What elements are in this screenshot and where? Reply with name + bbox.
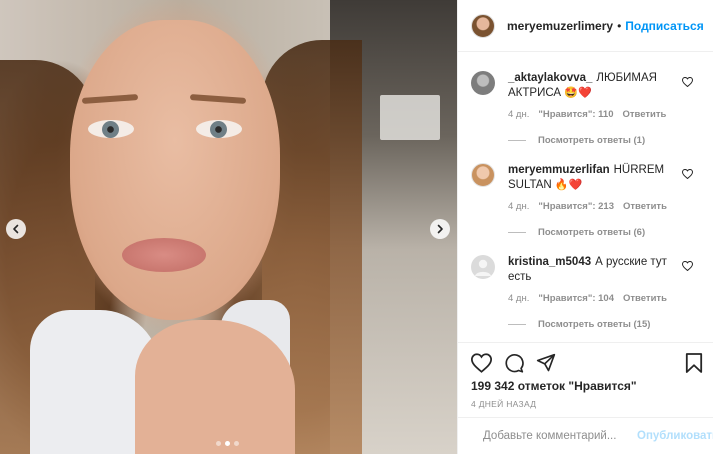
comment-username[interactable]: _aktaylakovva_ (508, 72, 592, 84)
likes-count[interactable]: 199 342 отметок "Нравится" (471, 379, 637, 393)
follow-button[interactable]: Подписаться (625, 19, 703, 33)
photo-eye-right (196, 120, 242, 138)
comment-like-heart-icon[interactable] (682, 261, 693, 271)
comment-emoji: 🤩❤️ (564, 87, 592, 99)
view-replies-label: Посмотреть ответы (6) (538, 227, 646, 238)
chevron-right-icon (437, 224, 443, 234)
view-replies-button[interactable]: Посмотреть ответы (15) (508, 319, 650, 330)
comment-meta: 4 дн. "Нравится": 104 Ответить (508, 293, 667, 304)
comment-likes[interactable]: "Нравится": 213 (538, 201, 614, 212)
comment-meta: 4 дн. "Нравится": 213 Ответить (508, 201, 667, 212)
post-header: meryemuzerlimery • Подписаться (458, 0, 713, 52)
photo-lips (122, 238, 206, 272)
carousel-next-button[interactable] (430, 219, 450, 239)
action-icons (471, 353, 556, 373)
reply-button[interactable]: Ответить (623, 293, 667, 304)
comment-like-heart-icon[interactable] (682, 77, 693, 87)
header-separator: • (617, 18, 622, 33)
add-comment-bar: Опубликовать (458, 417, 713, 454)
comment-like-heart-icon[interactable] (682, 169, 693, 179)
author-username[interactable]: meryemuzerlimery (507, 19, 613, 33)
comment-input[interactable] (483, 430, 637, 442)
comment-username[interactable]: meryemmuzerlifan (508, 164, 610, 176)
comment-body: meryemmuzerlifan HÜRREM SULTAN 🔥❤️ (508, 163, 678, 193)
chevron-left-icon (13, 224, 19, 234)
bookmark-icon[interactable] (685, 353, 703, 373)
comment-icon[interactable] (504, 353, 524, 373)
view-replies-button[interactable]: Посмотреть ответы (1) (508, 135, 645, 146)
carousel-dot (234, 441, 239, 446)
publish-button[interactable]: Опубликовать (637, 430, 713, 442)
view-replies-label: Посмотреть ответы (1) (538, 135, 646, 146)
comment-time: 4 дн. (508, 109, 530, 120)
reply-button[interactable]: Ответить (622, 109, 666, 120)
comment-username[interactable]: kristina_m5043 (508, 256, 591, 268)
carousel-prev-button[interactable] (6, 219, 26, 239)
comment-time: 4 дн. (508, 293, 530, 304)
comment-time: 4 дн. (508, 201, 530, 212)
carousel-dot (216, 441, 221, 446)
author-avatar[interactable] (471, 13, 495, 38)
carousel-dot (225, 441, 230, 446)
comment-likes[interactable]: "Нравится": 110 (538, 109, 613, 120)
photo-face (70, 20, 280, 320)
post-view: meryemuzerlimery • Подписаться _aktaylak… (0, 0, 713, 454)
post-actions: 199 342 отметок "Нравится" 4 ДНЕЙ НАЗАД (458, 342, 713, 417)
photo-window (380, 95, 440, 140)
photo-eye-left (88, 120, 134, 138)
comment-emoji: 🔥❤️ (554, 179, 583, 191)
heart-icon[interactable] (471, 353, 492, 373)
post-timestamp[interactable]: 4 ДНЕЙ НАЗАД (471, 399, 536, 409)
view-replies-label: Посмотреть ответы (15) (538, 319, 651, 330)
comment-likes[interactable]: "Нравится": 104 (538, 293, 614, 304)
reply-button[interactable]: Ответить (623, 201, 667, 212)
post-photo[interactable] (0, 0, 457, 454)
comment-avatar[interactable] (471, 163, 495, 187)
comment-body: kristina_m5043 А русские тут есть (508, 255, 678, 285)
share-icon[interactable] (536, 353, 556, 373)
comment-body: _aktaylakovva_ ЛЮБИМАЯ АКТРИСА 🤩❤️ (508, 71, 678, 101)
carousel-indicator (216, 441, 239, 446)
default-avatar-icon (475, 259, 491, 276)
photo-hand (135, 320, 295, 454)
comment-avatar[interactable] (471, 71, 495, 95)
post-sidebar: meryemuzerlimery • Подписаться _aktaylak… (457, 0, 713, 454)
comment-meta: 4 дн. "Нравится": 110 Ответить (508, 109, 666, 120)
comment-avatar[interactable] (471, 255, 495, 279)
view-replies-button[interactable]: Посмотреть ответы (6) (508, 227, 645, 238)
